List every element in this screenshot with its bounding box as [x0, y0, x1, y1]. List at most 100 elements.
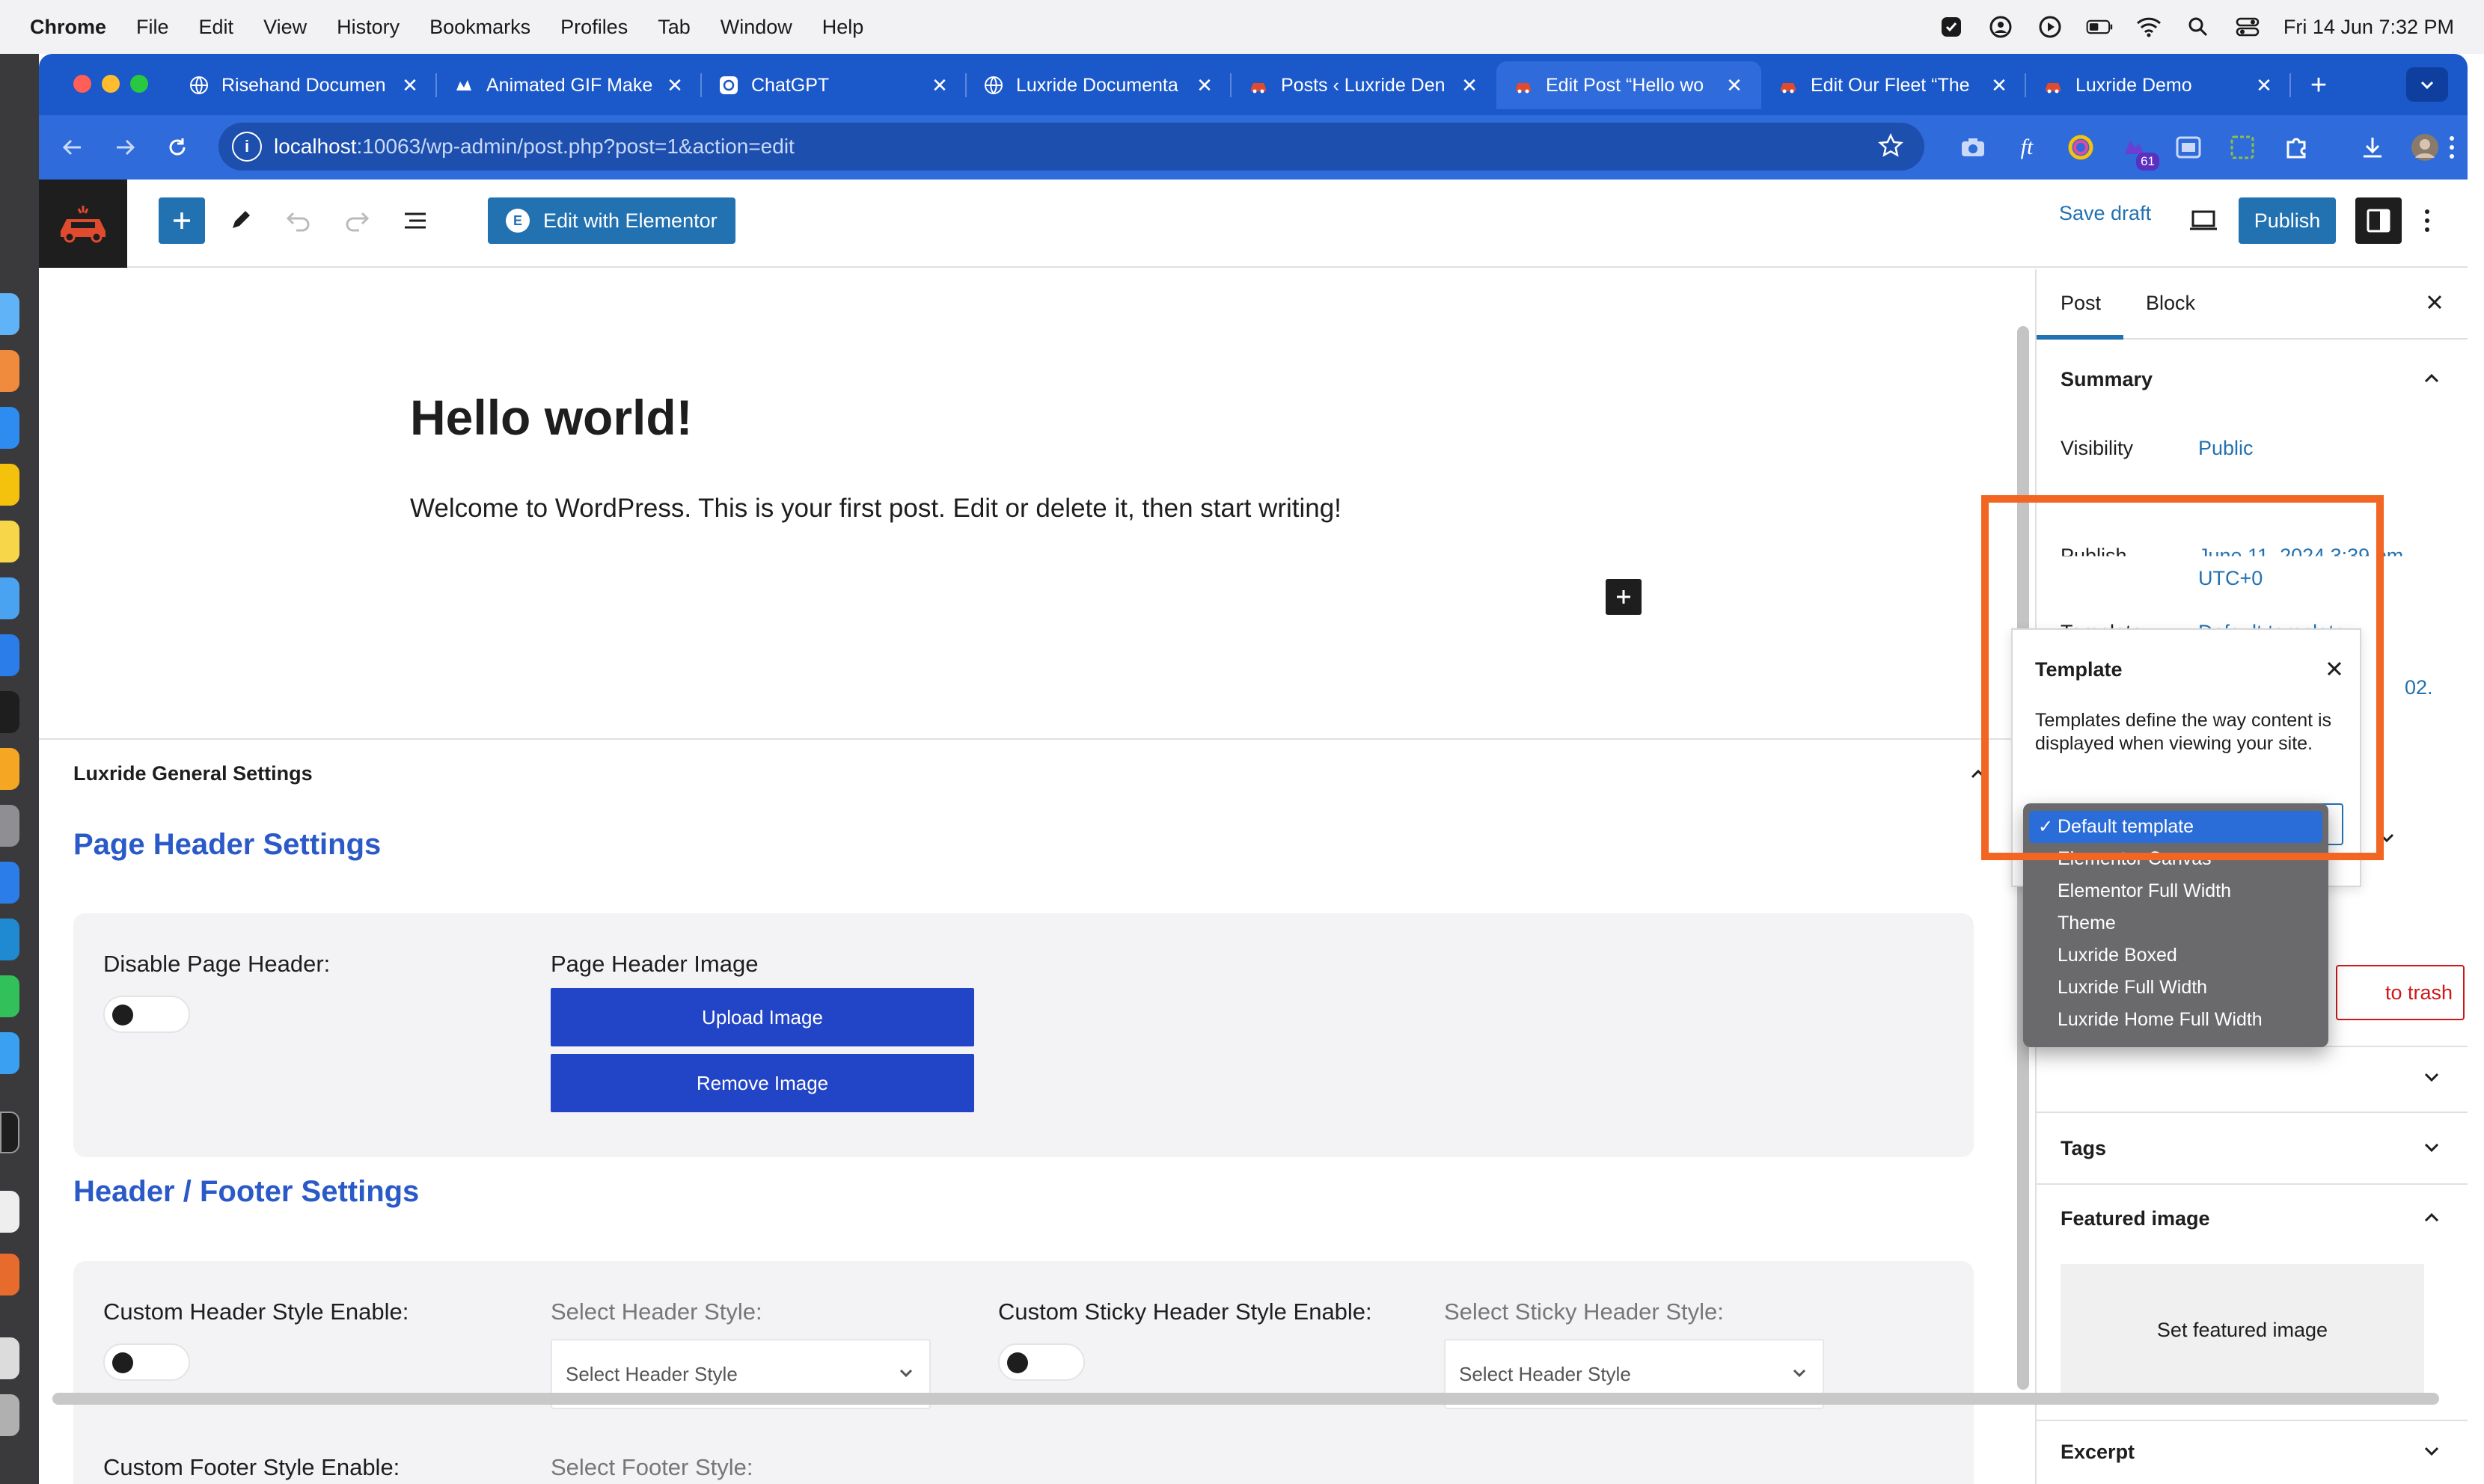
tags-panel-title[interactable]: Tags: [2061, 1137, 2106, 1160]
browser-tab[interactable]: ChatGPT ✕: [702, 61, 967, 109]
custom-sticky-toggle[interactable]: [998, 1343, 1085, 1381]
chrome-menu-icon[interactable]: [2441, 129, 2463, 166]
trash-dock-icon[interactable]: [0, 1394, 19, 1436]
user-circle-icon[interactable]: [1987, 13, 2014, 40]
close-window-button[interactable]: [73, 75, 91, 93]
chrome-dock-icon[interactable]: [0, 464, 19, 506]
paragraph-block[interactable]: Welcome to WordPress. This is your first…: [410, 494, 1342, 524]
forward-button[interactable]: [106, 129, 144, 166]
vscode-dock-icon[interactable]: [0, 919, 19, 960]
terminal-dock-icon[interactable]: [0, 1112, 19, 1153]
featured-image-panel-title[interactable]: Featured image: [2061, 1207, 2210, 1230]
browser-tab[interactable]: Luxride Documenta ✕: [967, 61, 1232, 109]
new-tab-button[interactable]: +: [2300, 69, 2337, 102]
tab-close-icon[interactable]: ✕: [1194, 74, 1215, 97]
color-extension-icon[interactable]: [2062, 129, 2099, 166]
remove-image-button[interactable]: Remove Image: [551, 1054, 974, 1112]
chevron-down-icon[interactable]: [2421, 1067, 2442, 1088]
finder-dock-icon[interactable]: [0, 293, 19, 335]
tab-search-button[interactable]: [2406, 67, 2448, 102]
visibility-value[interactable]: Public: [2198, 437, 2254, 460]
browser-tab[interactable]: Edit Our Fleet “The ✕: [1761, 61, 2026, 109]
browser-tab-active[interactable]: Edit Post “Hello wo ✕: [1496, 61, 1761, 109]
chevron-up-icon[interactable]: [2421, 368, 2442, 389]
puzzle-extensions-icon[interactable]: [2277, 129, 2315, 166]
notes-dock-icon[interactable]: [0, 521, 19, 562]
menu-profiles[interactable]: Profiles: [560, 16, 628, 39]
chevron-up-icon[interactable]: [2421, 1207, 2442, 1228]
zoom-window-button[interactable]: [130, 75, 148, 93]
custom-header-toggle[interactable]: [103, 1343, 190, 1381]
move-to-trash-button[interactable]: to trash: [2336, 965, 2465, 1020]
control-center-icon[interactable]: [2234, 13, 2261, 40]
upload-image-button[interactable]: Upload Image: [551, 988, 974, 1046]
settings-sidebar-toggle[interactable]: [2355, 197, 2402, 244]
profile-avatar[interactable]: [2406, 129, 2444, 166]
preview-button[interactable]: [2180, 197, 2227, 244]
menu-tab[interactable]: Tab: [658, 16, 691, 39]
browser-tab[interactable]: Risehand Documen ✕: [172, 61, 437, 109]
tab-post[interactable]: Post: [2061, 292, 2101, 315]
play-circle-icon[interactable]: [2037, 13, 2064, 40]
set-featured-image-button[interactable]: Set featured image: [2061, 1264, 2424, 1396]
tab-close-icon[interactable]: ✕: [400, 74, 420, 97]
excerpt-panel-title[interactable]: Excerpt: [2061, 1441, 2135, 1464]
menu-edit[interactable]: Edit: [199, 16, 234, 39]
launchpad-dock-icon[interactable]: [0, 350, 19, 392]
app-dock-icon[interactable]: [0, 1032, 19, 1074]
safari-dock-icon[interactable]: [0, 407, 19, 449]
bookmark-star-icon[interactable]: [1878, 133, 1903, 164]
tab-close-icon[interactable]: ✕: [929, 74, 950, 97]
menu-history[interactable]: History: [337, 16, 400, 39]
chevron-down-icon[interactable]: [2421, 1441, 2442, 1462]
address-bar[interactable]: i localhost :10063/wp-admin/post.php?pos…: [218, 123, 1924, 171]
edit-with-elementor-button[interactable]: E Edit with Elementor: [488, 197, 735, 244]
font-extension-icon[interactable]: ft: [2008, 129, 2046, 166]
menubar-clock[interactable]: Fri 14 Jun 7:32 PM: [2283, 16, 2454, 39]
tools-button[interactable]: [217, 197, 263, 244]
post-title[interactable]: Hello world!: [410, 389, 693, 446]
horizontal-scrollbar[interactable]: [52, 1393, 2439, 1405]
dropdown-option[interactable]: Luxride Full Width: [2023, 972, 2328, 1004]
dropdown-option[interactable]: Theme: [2023, 907, 2328, 939]
chevron-down-icon[interactable]: [2421, 1137, 2442, 1158]
firefox-dock-icon[interactable]: [0, 1254, 19, 1296]
app-dock-icon[interactable]: [0, 748, 19, 790]
menu-window[interactable]: Window: [721, 16, 792, 39]
tab-close-icon[interactable]: ✕: [1989, 74, 2010, 97]
options-button[interactable]: [2412, 197, 2442, 244]
block-inserter-button[interactable]: [159, 197, 205, 244]
site-logo-button[interactable]: [39, 180, 127, 268]
reload-button[interactable]: [159, 129, 196, 166]
wifi-icon[interactable]: [2135, 13, 2162, 40]
document-overview-button[interactable]: [392, 197, 438, 244]
spotlight-search-icon[interactable]: [2185, 13, 2212, 40]
dropdown-option[interactable]: Luxride Home Full Width: [2023, 1004, 2328, 1036]
disable-page-header-toggle[interactable]: [103, 996, 190, 1033]
browser-tab[interactable]: Posts ‹ Luxride Den ✕: [1232, 61, 1496, 109]
menu-bookmarks[interactable]: Bookmarks: [429, 16, 530, 39]
app-dock-icon[interactable]: [0, 634, 19, 676]
redo-button[interactable]: [334, 197, 380, 244]
download-icon[interactable]: [2354, 129, 2391, 166]
grid-extension-icon[interactable]: [2224, 129, 2261, 166]
browser-tab[interactable]: Luxride Demo ✕: [2026, 61, 2291, 109]
app-dock-icon[interactable]: [0, 691, 19, 733]
tab-close-icon[interactable]: ✕: [1459, 74, 1480, 97]
minimize-window-button[interactable]: [102, 75, 120, 93]
badge-extension-icon[interactable]: 61: [2116, 129, 2159, 171]
app-dock-icon[interactable]: [0, 975, 19, 1017]
shield-check-icon[interactable]: [1938, 13, 1965, 40]
textedit-dock-icon[interactable]: [0, 1191, 19, 1233]
camera-extension-icon[interactable]: [1954, 129, 1992, 166]
tab-block[interactable]: Block: [2146, 292, 2195, 315]
app-dock-icon[interactable]: [0, 862, 19, 904]
inline-block-inserter[interactable]: [1606, 579, 1642, 615]
meta-box-title[interactable]: Luxride General Settings: [73, 762, 313, 785]
folder-dock-icon[interactable]: [0, 1337, 19, 1379]
site-info-icon[interactable]: i: [232, 132, 262, 162]
menu-view[interactable]: View: [263, 16, 307, 39]
window-extension-icon[interactable]: [2170, 129, 2207, 166]
tab-close-icon[interactable]: ✕: [2254, 74, 2275, 97]
publish-button[interactable]: Publish: [2239, 197, 2336, 244]
